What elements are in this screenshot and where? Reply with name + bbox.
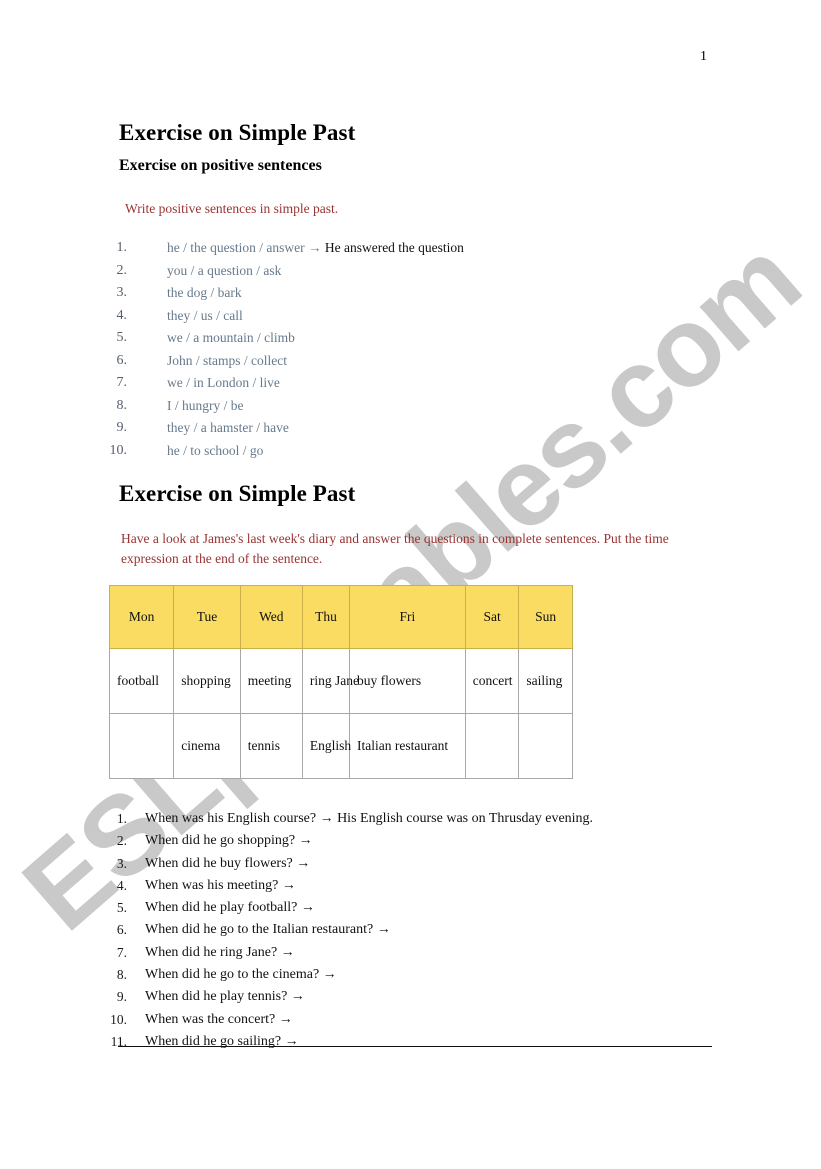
list-item-answer: He answered the question xyxy=(324,240,464,255)
question-text: When was his English course? → His Engli… xyxy=(145,811,594,826)
diary-cell: ring Jane xyxy=(301,648,359,714)
list-item-prompt: we / a mountain / climb xyxy=(167,330,295,345)
diary-column-header: Mon xyxy=(108,585,175,649)
bottom-divider xyxy=(118,1046,712,1047)
list-item-number: 7. xyxy=(116,375,128,390)
list-item-number: 5. xyxy=(116,330,128,345)
list-item-number: 7. xyxy=(116,944,127,960)
diary-column-header: Wed xyxy=(239,585,303,649)
question-text: When did he buy flowers? → xyxy=(145,855,311,871)
list-item-prompt: he / to school / go xyxy=(167,442,264,458)
list-item-number: 3. xyxy=(116,285,128,300)
list-item-prompt: John / stamps / collect xyxy=(167,352,287,368)
list-item-number: 10. xyxy=(109,442,128,458)
section-two-title: Exercise on Simple Past xyxy=(119,481,356,506)
diary-cell: football xyxy=(108,648,175,714)
diary-cell: cinema xyxy=(173,713,241,779)
diary-column-header: Fri xyxy=(349,585,466,649)
list-item-number: 4. xyxy=(116,307,128,323)
list-item-number: 3. xyxy=(116,855,127,871)
list-item-prompt: he / the question / answer → He answered… xyxy=(167,240,464,255)
diary-cell xyxy=(518,713,573,779)
list-item-number: 10. xyxy=(110,1011,127,1027)
question-text: When did he play football? → xyxy=(145,900,315,916)
diary-column-header: Thu xyxy=(301,585,351,649)
diary-cell: concert xyxy=(464,648,520,714)
diary-cell: English xyxy=(301,713,351,779)
list-item-prompt: we / in London / live xyxy=(167,375,280,390)
question-text: When did he go to the Italian restaurant… xyxy=(145,922,391,938)
diary-cell: Italian restaurant xyxy=(349,713,466,779)
diary-column-header: Tue xyxy=(173,585,241,649)
list-item-number: 1. xyxy=(116,811,127,826)
diary-cell: shopping xyxy=(173,648,241,714)
list-item-number: 6. xyxy=(116,922,127,938)
list-item-number: 11. xyxy=(110,1033,127,1049)
question-text: When was his meeting? → xyxy=(145,877,296,893)
list-item-number: 2. xyxy=(116,833,127,849)
list-item-prompt: you / a question / ask xyxy=(167,262,282,278)
question-text: When did he ring Jane? → xyxy=(145,944,295,960)
question-text: When was the concert? → xyxy=(145,1011,293,1027)
list-item-number: 9. xyxy=(116,420,128,435)
diary-cell: buy flowers xyxy=(349,648,466,714)
page-number: 1 xyxy=(700,49,707,64)
list-item-number: 9. xyxy=(116,989,127,1005)
list-item-prompt: they / us / call xyxy=(167,307,243,323)
diary-column-header: Sun xyxy=(518,585,573,649)
list-item-number: 8. xyxy=(116,967,127,983)
section-one-subtitle: Exercise on positive sentences xyxy=(119,157,322,174)
diary-table-body: football shopping meeting ring Jane buy flow… xyxy=(108,648,573,779)
list-item-number: 5. xyxy=(116,900,127,916)
list-item-number: 8. xyxy=(116,397,128,413)
diary-row: cinema tennis English Italian restaurant xyxy=(108,713,573,779)
section-one-title: Exercise on Simple Past xyxy=(119,120,356,145)
list-item-prompt: the dog / bark xyxy=(167,285,242,300)
diary-column-header: Sat xyxy=(464,585,520,649)
list-item-number: 6. xyxy=(116,352,128,368)
question-text: When did he go sailing? → xyxy=(145,1033,299,1049)
diary-row: football shopping meeting ring Jane buy flow… xyxy=(108,648,573,714)
list-item-number: 4. xyxy=(116,877,127,893)
diary-cell: tennis xyxy=(239,713,303,779)
section-one-instruction: Write positive sentences in simple past. xyxy=(125,201,339,216)
diary-cell: meeting xyxy=(239,648,303,714)
worksheet-page: ESLprintables.com 1 Exercise on Simple P… xyxy=(0,0,821,1169)
question-text: When did he play tennis? → xyxy=(145,989,305,1005)
diary-table: Mon Tue Wed Thu Fri Sat Sun football shopping me… xyxy=(108,585,573,779)
list-item-number: 2. xyxy=(116,262,128,278)
question-text: When did he go shopping? → xyxy=(145,833,313,849)
list-item-prompt: I / hungry / be xyxy=(167,397,244,413)
list-item-prompt: they / a hamster / have xyxy=(167,420,289,435)
section-two-instruction: Have a look at James's last week's diary… xyxy=(121,531,669,566)
diary-header-row: Mon Tue Wed Thu Fri Sat Sun xyxy=(108,585,573,649)
list-item-number: 1. xyxy=(116,240,128,255)
question-text: When did he go to the cinema? → xyxy=(145,967,337,983)
diary-cell xyxy=(464,713,520,779)
diary-table-head: Mon Tue Wed Thu Fri Sat Sun xyxy=(108,585,573,649)
diary-cell: sailing xyxy=(518,648,573,714)
diary-cell xyxy=(108,713,175,779)
